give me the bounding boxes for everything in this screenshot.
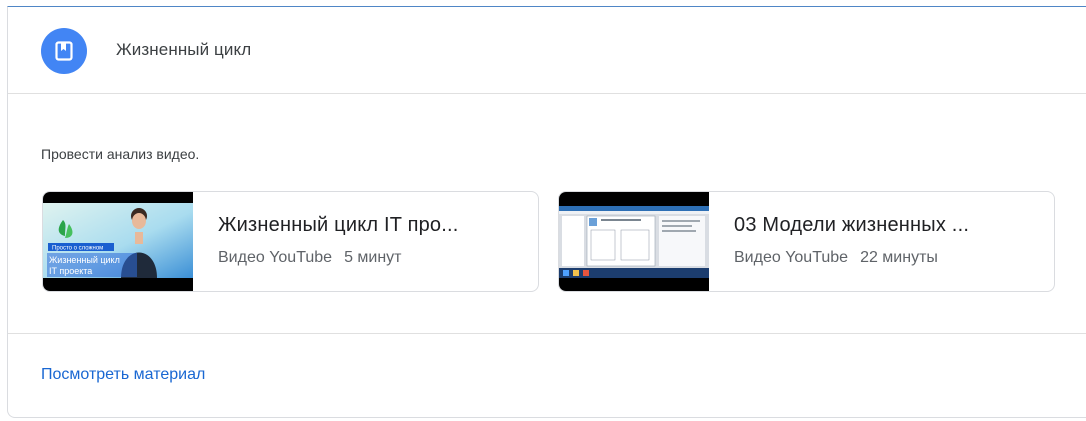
video-meta: Видео YouTube 5 минут	[218, 249, 402, 267]
thumbnail-caption-1: Жизненный цикл	[49, 255, 120, 265]
video-attachment-2[interactable]: 03 Модели жизненных ... Видео YouTube 22 …	[558, 191, 1055, 292]
video-thumbnail	[559, 192, 709, 291]
video-duration: 5 минут	[344, 249, 402, 266]
material-avatar	[41, 28, 87, 74]
bookmark-icon	[55, 41, 73, 61]
video-attachment-1[interactable]: Просто о сложном Жизненный цикл IT проек…	[42, 191, 539, 292]
footer-divider	[8, 333, 1086, 334]
video-duration: 22 минуты	[860, 249, 938, 266]
material-title: Жизненный цикл	[116, 40, 252, 59]
material-description: Провести анализ видео.	[41, 146, 200, 162]
video-title: Жизненный цикл IT про...	[218, 214, 459, 236]
material-card: Жизненный цикл Провести анализ видео. Пр…	[7, 6, 1086, 418]
video-title: 03 Модели жизненных ...	[734, 214, 970, 236]
card-header[interactable]: Жизненный цикл	[8, 7, 1086, 94]
view-material-link[interactable]: Посмотреть материал	[41, 366, 205, 384]
video-source: Видео YouTube	[218, 249, 333, 266]
thumbnail-caption-2: IT проекта	[49, 266, 92, 276]
video-meta: Видео YouTube 22 минуты	[734, 249, 938, 267]
video-source: Видео YouTube	[734, 249, 849, 266]
video-thumbnail: Просто о сложном Жизненный цикл IT проек…	[43, 192, 193, 291]
thumbnail-badge: Просто о сложном	[52, 246, 103, 252]
